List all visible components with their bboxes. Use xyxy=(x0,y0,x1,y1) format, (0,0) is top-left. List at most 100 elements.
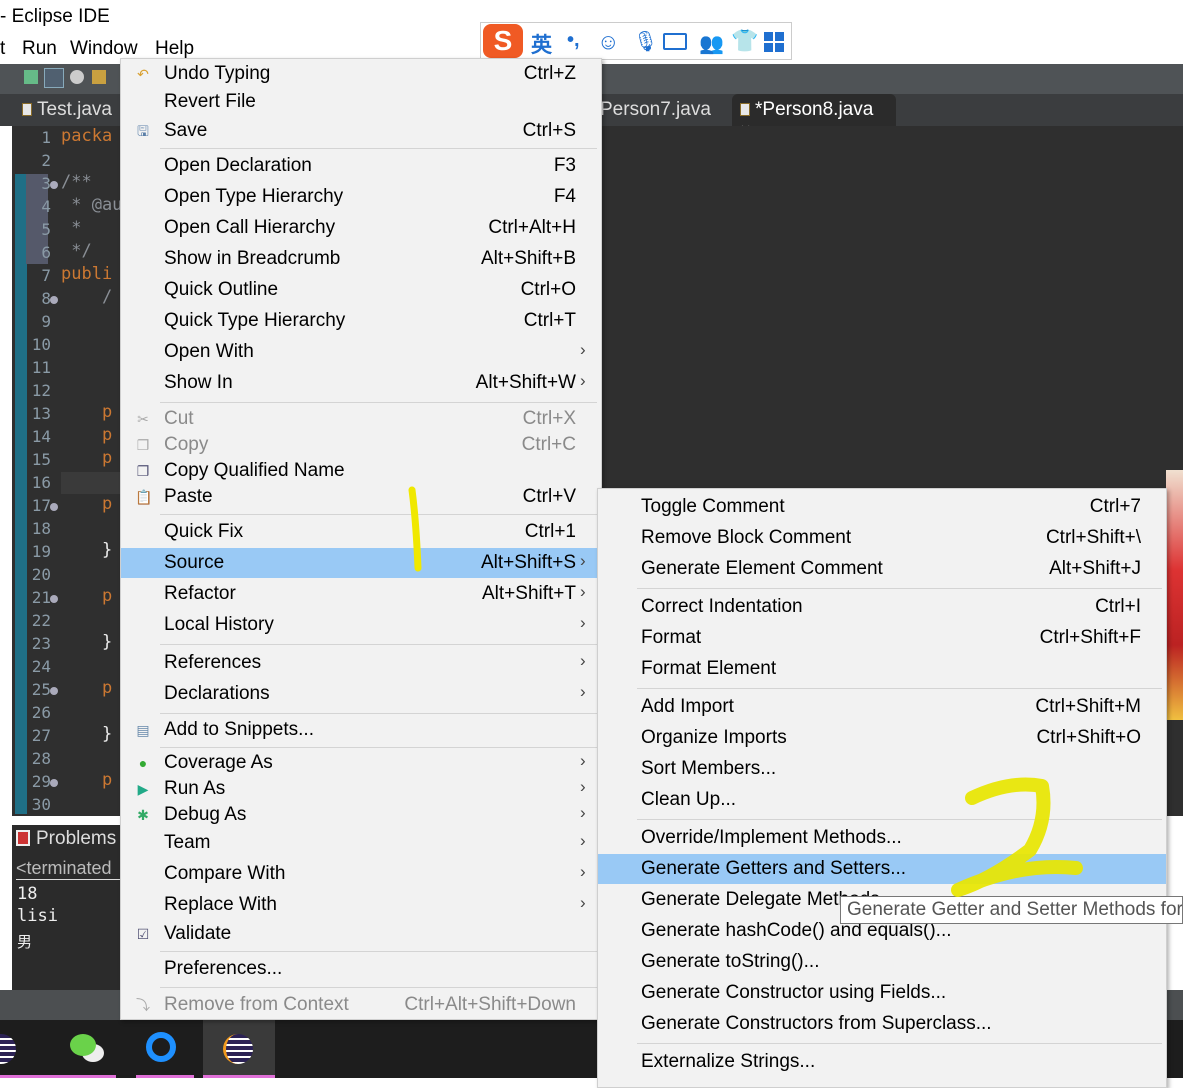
menu-item-refactor[interactable]: Refactor Alt+Shift+T › xyxy=(121,579,601,609)
taskbar-button[interactable] xyxy=(203,1020,275,1078)
menu-item-label: Preferences... xyxy=(164,958,283,979)
taskbar-button[interactable] xyxy=(58,1020,116,1078)
menu-item-debug-as[interactable]: Debug As › ✱ xyxy=(121,800,601,830)
menu-item-sort-members[interactable]: Sort Members... xyxy=(598,754,1166,784)
menu-item-save[interactable]: Save Ctrl+S 🖫 xyxy=(121,116,601,146)
menu-item-generate-constructors-from-superclass[interactable]: Generate Constructors from Superclass... xyxy=(598,1009,1166,1039)
punctuation-icon[interactable]: •, xyxy=(567,29,580,52)
toggle-icon[interactable] xyxy=(70,70,84,84)
menu-item-label: Open With xyxy=(164,341,254,362)
menu-project[interactable]: t xyxy=(0,38,5,60)
keyboard-icon[interactable] xyxy=(663,33,687,50)
tab-person8-java[interactable]: *Person8.java × xyxy=(732,94,896,142)
fold-toggle-icon[interactable] xyxy=(50,296,58,304)
menu-item-references[interactable]: References › xyxy=(121,648,601,678)
menu-item-validate[interactable]: Validate ☑ xyxy=(121,919,601,949)
menu-item-add-to-snippets[interactable]: Add to Snippets... ▤ xyxy=(121,715,601,745)
shortcut-label: Alt+Shift+J xyxy=(1049,558,1141,579)
line-number: 3 xyxy=(41,174,51,193)
menu-item-preferences[interactable]: Preferences... xyxy=(121,954,601,984)
menu-run[interactable]: Run xyxy=(22,38,57,60)
shortcut-label: F4 xyxy=(553,186,576,207)
menu-help[interactable]: Help xyxy=(155,38,194,60)
menu-item-clean-up[interactable]: Clean Up... xyxy=(598,785,1166,815)
user-icon[interactable]: 👥 xyxy=(699,31,724,56)
menu-item-show-in-breadcrumb[interactable]: Show in Breadcrumb Alt+Shift+B xyxy=(121,244,601,274)
menu-item-generate-getters-and-setters[interactable]: Generate Getters and Setters... xyxy=(598,854,1166,884)
menu-item-open-call-hierarchy[interactable]: Open Call Hierarchy Ctrl+Alt+H xyxy=(121,213,601,243)
menu-item-source[interactable]: Source Alt+Shift+S › xyxy=(121,548,601,578)
ime-language[interactable]: 英 xyxy=(531,29,552,59)
menu-item-declarations[interactable]: Declarations › xyxy=(121,679,601,709)
menu-item-override-implement-methods[interactable]: Override/Implement Methods... xyxy=(598,823,1166,853)
fold-toggle-icon[interactable] xyxy=(50,779,58,787)
shortcut-label: Ctrl+O xyxy=(520,279,576,300)
menu-item-generate-constructor-using-fields[interactable]: Generate Constructor using Fields... xyxy=(598,978,1166,1008)
menu-item-label: Clean Up... xyxy=(641,789,737,810)
problems-tab[interactable]: Problems xyxy=(36,828,116,850)
chevron-right-icon: › xyxy=(580,777,586,796)
skin-shirt-icon[interactable]: 👕 xyxy=(731,28,758,54)
emoji-icon[interactable]: ☺ xyxy=(597,29,619,55)
fold-toggle-icon[interactable] xyxy=(50,687,58,695)
fold-toggle-icon[interactable] xyxy=(50,595,58,603)
line-number: 8 xyxy=(41,289,51,308)
menu-item-open-declaration[interactable]: Open Declaration F3 xyxy=(121,151,601,181)
menu-item-open-with[interactable]: Open With › xyxy=(121,337,601,367)
menu-separator xyxy=(160,987,597,988)
new-class-icon[interactable] xyxy=(24,70,38,84)
menu-separator xyxy=(637,819,1162,820)
source-submenu: Toggle Comment Ctrl+7 Remove Block Comment… xyxy=(597,488,1167,1088)
menu-separator xyxy=(160,951,597,952)
microphone-icon[interactable]: 🎙 xyxy=(633,29,658,54)
taskbar-button[interactable] xyxy=(136,1020,194,1078)
menu-item-undo-typing[interactable]: Undo Typing Ctrl+Z ↶ xyxy=(121,59,601,89)
menu-item-generate-tostring[interactable]: Generate toString()... xyxy=(598,947,1166,977)
tab-test-java[interactable]: Test.java xyxy=(14,94,120,126)
menu-item-replace-with[interactable]: Replace With › xyxy=(121,890,601,920)
sogou-logo-icon[interactable]: S xyxy=(483,24,523,58)
menu-item-quick-fix[interactable]: Quick Fix Ctrl+1 xyxy=(121,517,601,547)
menu-item-correct-indentation[interactable]: Correct Indentation Ctrl+I xyxy=(598,592,1166,622)
taskbar-button[interactable] xyxy=(0,1020,58,1078)
line-number: 29 xyxy=(31,772,51,791)
tab-person7-java[interactable]: Person7.java xyxy=(592,94,719,126)
menu-item-quick-type-hierarchy[interactable]: Quick Type Hierarchy Ctrl+T xyxy=(121,306,601,336)
console-line: 男 xyxy=(17,934,33,951)
menu-item-revert-file[interactable]: Revert File xyxy=(121,87,601,117)
copy-icon: ❐ xyxy=(136,437,150,453)
menu-item-quick-outline[interactable]: Quick Outline Ctrl+O xyxy=(121,275,601,305)
menu-item-compare-with[interactable]: Compare With › xyxy=(121,859,601,889)
fold-toggle-icon[interactable] xyxy=(50,181,58,189)
menu-item-generate-element-comment[interactable]: Generate Element Comment Alt+Shift+J xyxy=(598,554,1166,584)
menu-item-label: Generate toString()... xyxy=(641,951,820,972)
menu-item-show-in[interactable]: Show In Alt+Shift+W › xyxy=(121,368,601,398)
menu-item-paste[interactable]: Paste Ctrl+V 📋 xyxy=(121,482,601,512)
menu-item-remove-from-context[interactable]: Remove from Context Ctrl+Alt+Shift+Down ⤵ xyxy=(121,990,601,1020)
apps-grid-icon[interactable] xyxy=(764,32,784,52)
menu-separator xyxy=(637,688,1162,689)
menu-item-toggle-comment[interactable]: Toggle Comment Ctrl+7 xyxy=(598,492,1166,522)
menu-item-open-type-hierarchy[interactable]: Open Type Hierarchy F4 xyxy=(121,182,601,212)
mark-occurrences-icon[interactable] xyxy=(44,68,64,88)
shortcut-label: Ctrl+7 xyxy=(1089,496,1141,517)
shortcut-label: Ctrl+S xyxy=(522,120,576,141)
menu-item-label: Generate Element Comment xyxy=(641,558,883,579)
fold-toggle-icon[interactable] xyxy=(50,503,58,511)
menu-item-local-history[interactable]: Local History › xyxy=(121,610,601,640)
menu-item-add-import[interactable]: Add Import Ctrl+Shift+M xyxy=(598,692,1166,722)
shortcut-label: Ctrl+X xyxy=(522,408,576,429)
menu-item-label: Revert File xyxy=(164,91,256,112)
code-line: /** xyxy=(61,172,92,192)
menu-item-format-element[interactable]: Format Element xyxy=(598,654,1166,684)
menu-window[interactable]: Window xyxy=(70,38,138,60)
menu-item-label: Quick Outline xyxy=(164,279,279,300)
menu-item-remove-block-comment[interactable]: Remove Block Comment Ctrl+Shift+\ xyxy=(598,523,1166,553)
menu-item-organize-imports[interactable]: Organize Imports Ctrl+Shift+O xyxy=(598,723,1166,753)
next-annotation-icon[interactable] xyxy=(92,70,106,84)
menu-separator xyxy=(160,713,597,714)
chevron-right-icon: › xyxy=(580,893,586,912)
menu-item-externalize-strings[interactable]: Externalize Strings... xyxy=(598,1047,1166,1077)
menu-item-team[interactable]: Team › xyxy=(121,828,601,858)
menu-item-format[interactable]: Format Ctrl+Shift+F xyxy=(598,623,1166,653)
